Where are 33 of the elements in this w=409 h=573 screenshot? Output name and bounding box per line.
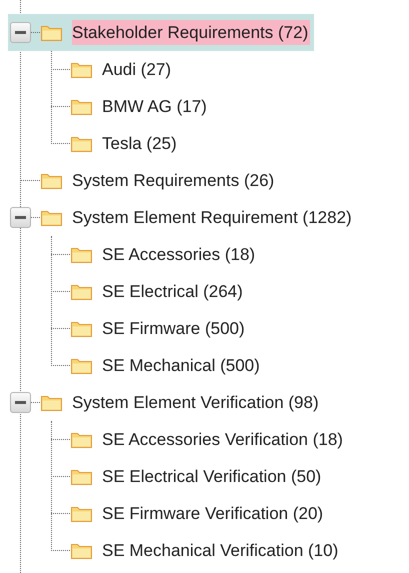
tree-item-label[interactable]: SE Mechanical (500)	[102, 352, 262, 378]
folder-icon	[70, 97, 93, 116]
tree-item-label[interactable]: Tesla (25)	[102, 130, 179, 156]
tree-item-label[interactable]: Audi (27)	[102, 56, 173, 82]
folder-icon	[70, 504, 93, 523]
tree-item-label[interactable]: SE Mechanical Verification (10)	[102, 538, 340, 564]
tree-item-label[interactable]: System Element Requirement (1282)	[72, 204, 354, 230]
folder-icon	[70, 467, 93, 486]
folder-icon	[70, 319, 93, 338]
tree-item-label[interactable]: SE Electrical Verification (50)	[102, 464, 324, 490]
tree-item-label[interactable]: System Requirements (26)	[72, 168, 276, 194]
folder-icon	[40, 23, 63, 42]
tree-item-label[interactable]: SE Firmware Verification (20)	[102, 500, 326, 526]
tree-item-label[interactable]: SE Accessories Verification (18)	[102, 426, 345, 452]
tree-item-label[interactable]: System Element Verification (98)	[72, 390, 321, 416]
folder-icon	[70, 356, 93, 375]
tree-item-label[interactable]: SE Electrical (264)	[102, 278, 245, 304]
tree-item-label[interactable]: BMW AG (17)	[102, 94, 209, 120]
folder-icon	[70, 430, 93, 449]
folder-icon	[70, 134, 93, 153]
folder-icon	[40, 171, 63, 190]
folder-icon	[70, 541, 93, 560]
tree-item-label[interactable]: SE Firmware (500)	[102, 316, 247, 342]
folder-icon	[70, 245, 93, 264]
folder-icon	[40, 208, 63, 227]
folder-icon	[70, 282, 93, 301]
tree-item-label[interactable]: Stakeholder Requirements (72)	[72, 20, 310, 46]
collapse-toggle[interactable]	[10, 207, 31, 228]
tree-item-label[interactable]: SE Accessories (18)	[102, 242, 258, 268]
collapse-toggle[interactable]	[10, 392, 31, 413]
collapse-toggle[interactable]	[10, 22, 31, 43]
folder-icon	[40, 393, 63, 412]
folder-icon	[70, 60, 93, 79]
